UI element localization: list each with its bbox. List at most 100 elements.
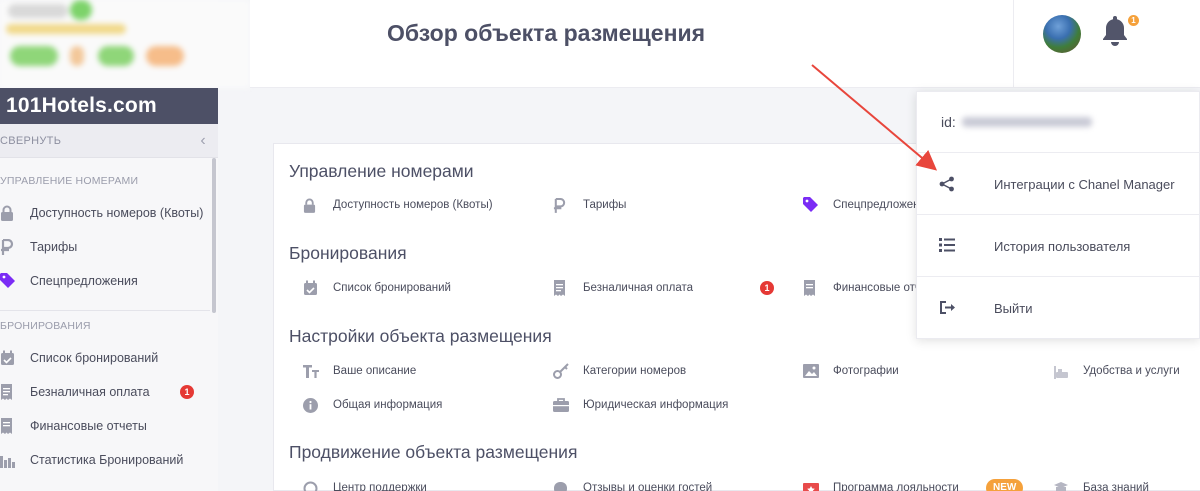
review-icon [553,481,583,491]
receipt-icon [553,280,583,296]
user-id-value-redacted [961,117,1092,127]
report-icon [803,280,833,296]
link-room-categories[interactable]: Категории номеров [553,361,686,381]
notification-count-badge: 1 [1128,15,1139,26]
link-label: Центр поддержки [333,482,427,491]
link-amenities[interactable]: Удобства и услуги [1053,361,1180,381]
link-cashless-payment[interactable]: Безналичная оплата [553,278,693,298]
notification-badge: 1 [760,281,774,295]
briefcase-icon [553,398,583,412]
link-label: Фотографии [833,365,899,377]
info-icon [303,397,333,413]
notification-badge: 1 [180,385,194,399]
menu-item-label: Интеграции с Chanel Manager [994,176,1175,192]
knowledge-icon [1053,481,1083,491]
link-tariffs[interactable]: Тарифы [553,195,626,215]
bell-icon[interactable] [1101,14,1129,51]
link-support-center[interactable]: Центр поддержки [303,478,427,491]
sidebar: 101Hotels.com СВЕРНУТЬ ‹ УПРАВЛЕНИЕ НОМЕ… [0,0,250,491]
dropdown-user-id: id: [917,92,1200,153]
collapse-sidebar-button[interactable]: СВЕРНУТЬ ‹ [0,124,218,158]
tag-icon [0,273,30,289]
bar-chart-icon [0,453,30,468]
calendar-icon [0,350,30,366]
ruble-icon [553,197,583,213]
link-guest-reviews[interactable]: Отзывы и оценки гостей [553,478,712,491]
link-label: Удобства и услуги [1083,365,1180,377]
link-label: Тарифы [583,199,627,211]
menu-item-label: Выйти [994,301,1033,316]
link-label: Безналичная оплата [583,282,694,294]
link-special-offers[interactable]: Спецпредложения [803,195,932,215]
text-icon [303,364,333,378]
link-label: Отзывы и оценки гостей [583,482,713,491]
collapse-label: СВЕРНУТЬ [0,135,62,147]
link-label: Юридическая информация [583,399,729,411]
sidebar-item-booking-statistics[interactable]: Статистика Бронирований [0,443,210,477]
sidebar-item-cashless-payment[interactable]: Безналичная оплата 1 [0,375,210,409]
sidebar-section-title: УПРАВЛЕНИЕ НОМЕРАМИ [0,175,139,187]
calendar-icon [303,280,333,296]
lock-icon [303,198,333,213]
section-title-rooms: Управление номерами [289,161,474,181]
sidebar-item-availability[interactable]: Доступность номеров (Квоты) [0,196,210,230]
link-label: Программа лояльности [833,482,959,491]
menu-item-channel-manager-integrations[interactable]: Интеграции с Chanel Manager [917,154,1200,215]
top-header: Обзор объекта размещения 1 [250,0,1200,88]
link-label: Общая информация [333,399,443,411]
header-user-area: 1 [1013,0,1200,88]
link-label: Список бронирований [333,282,451,294]
receipt-icon [0,384,30,400]
link-label: Ваше описание [333,365,417,377]
sidebar-item-label: Доступность номеров (Квоты) [30,206,204,220]
link-label: Доступность номеров (Квоты) [333,199,493,211]
sidebar-item-label: Список бронирований [30,351,159,365]
link-availability[interactable]: Доступность номеров (Квоты) [303,195,493,215]
key-icon [553,363,583,379]
logout-icon [939,300,955,320]
link-bookings-list[interactable]: Список бронирований [303,278,451,298]
section-title-property-settings: Настройки объекта размещения [289,326,552,346]
sidebar-item-special-offers[interactable]: Спецпредложения [0,264,210,298]
link-label: Категории номеров [583,365,687,377]
link-label: База знаний [1083,482,1149,491]
sidebar-item-bookings-list[interactable]: Список бронирований [0,341,210,375]
sidebar-item-label: Безналичная оплата [30,385,150,399]
user-dropdown-menu: id: Интеграции с Chanel Manager История … [916,91,1200,339]
chevron-left-icon: ‹ [200,132,206,149]
sidebar-item-tariffs[interactable]: Тарифы [0,230,210,264]
loyalty-icon [803,481,833,491]
menu-item-logout[interactable]: Выйти [917,278,1200,339]
list-icon [939,238,955,257]
share-icon [939,176,955,197]
user-id-label: id: [941,114,956,130]
new-badge: NEW [986,479,1024,491]
sidebar-item-label: Тарифы [30,240,78,254]
brand-logo[interactable]: 101Hotels.com [0,88,218,124]
sidebar-item-label: Спецпредложения [30,274,138,288]
blurred-header-area [0,0,250,88]
amenities-icon [1053,364,1083,379]
image-icon [803,364,833,378]
section-title-bookings: Бронирования [289,243,407,263]
menu-item-label: История пользователя [994,238,1131,254]
link-general-info[interactable]: Общая информация [303,395,442,415]
tag-icon [803,197,833,213]
sidebar-item-label: Финансовые отчеты [30,419,147,433]
report-icon [0,418,30,434]
lock-icon [0,205,30,221]
link-knowledge-base[interactable]: База знаний [1053,478,1149,491]
sidebar-item-label: Статистика Бронирований [30,453,184,467]
avatar[interactable] [1043,15,1081,53]
sidebar-divider [0,310,210,311]
ruble-icon [0,239,30,255]
sidebar-section-title: БРОНИРОВАНИЯ [0,320,91,332]
link-loyalty-program[interactable]: Программа лояльности [803,478,959,491]
menu-item-user-history[interactable]: История пользователя [917,216,1200,277]
link-legal-info[interactable]: Юридическая информация [553,395,728,415]
link-description[interactable]: Ваше описание [303,361,416,381]
link-photos[interactable]: Фотографии [803,361,899,381]
support-icon [303,481,333,491]
sidebar-scrollbar[interactable] [212,158,216,313]
sidebar-item-financial-reports[interactable]: Финансовые отчеты [0,409,210,443]
